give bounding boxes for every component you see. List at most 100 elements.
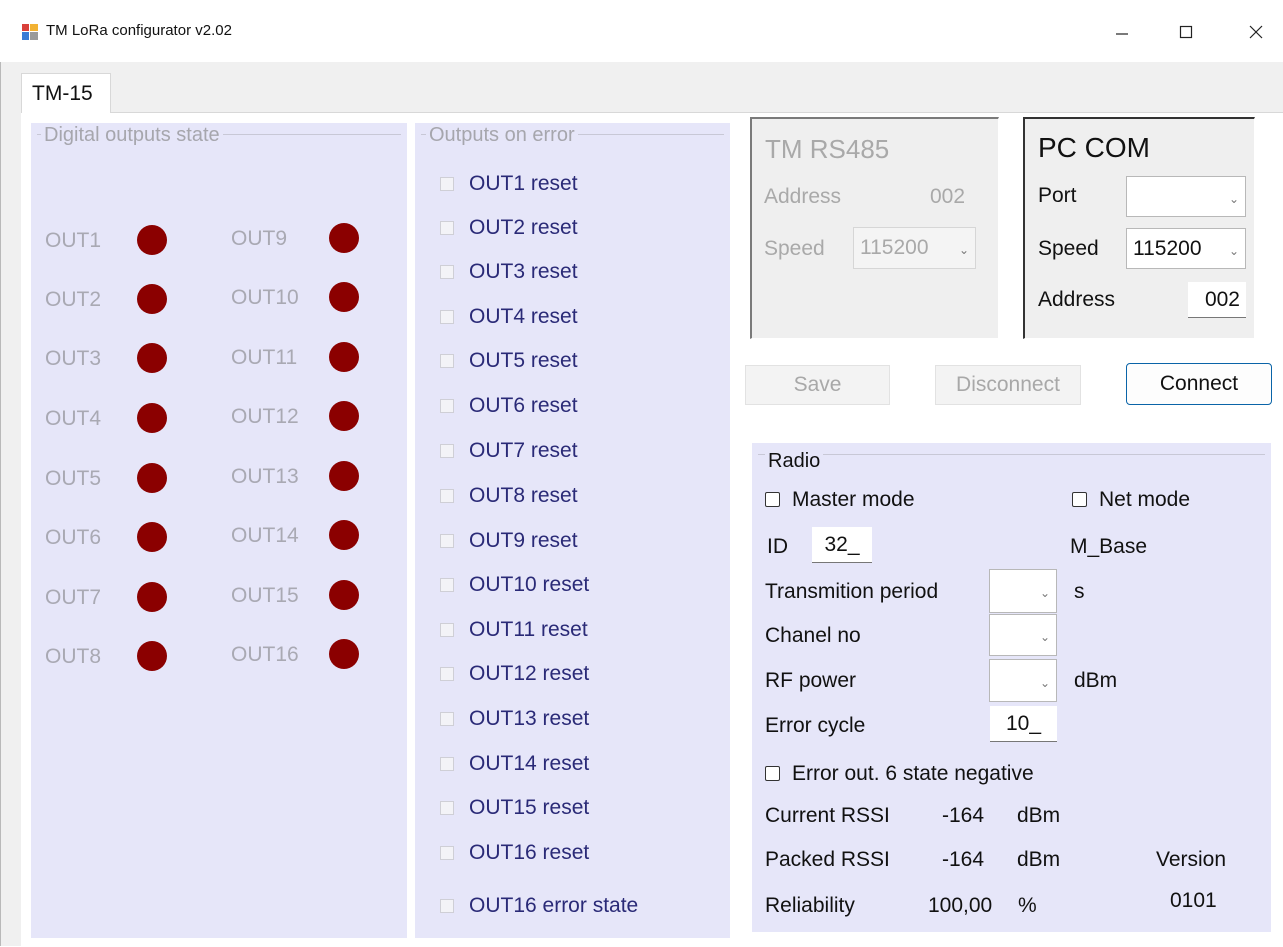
master-mode-checkbox[interactable]: Master mode bbox=[765, 488, 915, 512]
error-cycle-label: Error cycle bbox=[765, 714, 866, 737]
checkbox-box[interactable] bbox=[440, 177, 454, 191]
checkbox-box[interactable] bbox=[440, 444, 454, 458]
checkbox-label: OUT2 reset bbox=[469, 216, 578, 239]
rf-power-select[interactable]: ⌄ bbox=[989, 659, 1057, 702]
maximize-button[interactable] bbox=[1166, 14, 1206, 50]
checkbox-label: OUT12 reset bbox=[469, 662, 590, 685]
checkbox-box[interactable] bbox=[440, 534, 454, 548]
net-mode-checkbox[interactable]: Net mode bbox=[1072, 488, 1190, 512]
checkbox-box[interactable] bbox=[765, 492, 780, 507]
current-rssi-label: Current RSSI bbox=[765, 804, 890, 827]
checkbox-out16-reset[interactable]: OUT16 reset bbox=[440, 840, 589, 866]
output-label-out9: OUT9 bbox=[231, 227, 288, 250]
led-out2 bbox=[137, 284, 167, 314]
output-label-out5: OUT5 bbox=[45, 467, 102, 490]
minimize-button[interactable] bbox=[1102, 14, 1142, 50]
outputs-on-error-title: Outputs on error bbox=[426, 124, 578, 147]
checkbox-out13-reset[interactable]: OUT13 reset bbox=[440, 706, 589, 732]
checkbox-out1-reset[interactable]: OUT1 reset bbox=[440, 171, 578, 197]
chevron-down-icon: ⌄ bbox=[1039, 675, 1050, 690]
reliability-value: 100,00 bbox=[928, 894, 993, 917]
output-label-out8: OUT8 bbox=[45, 645, 102, 668]
pc-address-label: Address bbox=[1038, 288, 1116, 311]
chanel-no-select[interactable]: ⌄ bbox=[989, 614, 1057, 656]
output-label-out11: OUT11 bbox=[231, 346, 298, 369]
checkbox-box[interactable] bbox=[440, 265, 454, 279]
rf-power-unit: dBm bbox=[1074, 669, 1118, 692]
packed-rssi-unit: dBm bbox=[1017, 848, 1061, 871]
checkbox-box[interactable] bbox=[440, 846, 454, 860]
checkbox-out7-reset[interactable]: OUT7 reset bbox=[440, 438, 578, 464]
checkbox-box[interactable] bbox=[440, 399, 454, 413]
checkbox-box[interactable] bbox=[440, 354, 454, 368]
save-button[interactable]: Save bbox=[745, 365, 890, 405]
error-out-negative-checkbox[interactable]: Error out. 6 state negative bbox=[765, 762, 1034, 786]
maximize-icon bbox=[1179, 25, 1193, 39]
pc-address-input[interactable]: 002 bbox=[1188, 282, 1246, 318]
tm-address-label: Address bbox=[764, 185, 842, 208]
transmition-period-select[interactable]: ⌄ bbox=[989, 569, 1057, 613]
output-label-out3: OUT3 bbox=[45, 347, 102, 370]
transmition-period-label: Transmition period bbox=[765, 580, 939, 603]
checkbox-box[interactable] bbox=[440, 899, 454, 913]
checkbox-label: OUT14 reset bbox=[469, 752, 590, 775]
checkbox-label: OUT9 reset bbox=[469, 529, 578, 552]
reliability-label: Reliability bbox=[765, 894, 855, 917]
led-out13 bbox=[329, 461, 359, 491]
checkbox-label: OUT5 reset bbox=[469, 349, 578, 372]
pc-speed-select[interactable]: 115200 ⌄ bbox=[1126, 228, 1246, 269]
transmition-period-unit: s bbox=[1074, 580, 1085, 603]
connect-button[interactable]: Connect bbox=[1126, 363, 1272, 405]
version-value: 0101 bbox=[1170, 889, 1217, 912]
chanel-no-label: Chanel no bbox=[765, 624, 861, 647]
checkbox-out14-reset[interactable]: OUT14 reset bbox=[440, 751, 589, 777]
close-button[interactable] bbox=[1236, 14, 1276, 50]
checkbox-box[interactable] bbox=[440, 578, 454, 592]
checkbox-out9-reset[interactable]: OUT9 reset bbox=[440, 528, 578, 554]
checkbox-out16-error-state[interactable]: OUT16 error state bbox=[440, 893, 638, 919]
checkbox-out8-reset[interactable]: OUT8 reset bbox=[440, 483, 578, 509]
rf-power-label: RF power bbox=[765, 669, 857, 692]
checkbox-label: OUT6 reset bbox=[469, 394, 578, 417]
output-label-out10: OUT10 bbox=[231, 286, 299, 309]
checkbox-out11-reset[interactable]: OUT11 reset bbox=[440, 617, 588, 643]
checkbox-out5-reset[interactable]: OUT5 reset bbox=[440, 348, 578, 374]
checkbox-box[interactable] bbox=[440, 623, 454, 637]
packed-rssi-label: Packed RSSI bbox=[765, 848, 890, 871]
checkbox-box[interactable] bbox=[440, 801, 454, 815]
checkbox-label: OUT15 reset bbox=[469, 796, 590, 819]
checkbox-out6-reset[interactable]: OUT6 reset bbox=[440, 393, 578, 419]
chevron-down-icon: ⌄ bbox=[958, 243, 969, 257]
id-input[interactable]: 32_ bbox=[812, 527, 872, 563]
checkbox-out15-reset[interactable]: OUT15 reset bbox=[440, 795, 589, 821]
checkbox-out4-reset[interactable]: OUT4 reset bbox=[440, 304, 578, 330]
tm-speed-value: 115200 bbox=[860, 236, 929, 259]
checkbox-box[interactable] bbox=[1072, 492, 1087, 507]
app-icon bbox=[22, 24, 38, 40]
checkbox-out2-reset[interactable]: OUT2 reset bbox=[440, 215, 578, 241]
checkbox-box[interactable] bbox=[440, 310, 454, 324]
tab-tm-15[interactable]: TM-15 bbox=[21, 73, 111, 113]
tm-speed-select[interactable]: 115200 ⌄ bbox=[853, 227, 976, 269]
checkbox-box[interactable] bbox=[440, 712, 454, 726]
current-rssi-value: -164 bbox=[942, 804, 985, 827]
error-cycle-input[interactable]: 10_ bbox=[990, 706, 1057, 742]
checkbox-out12-reset[interactable]: OUT12 reset bbox=[440, 661, 589, 687]
pc-port-label: Port bbox=[1038, 184, 1077, 207]
checkbox-box[interactable] bbox=[440, 489, 454, 503]
base-name: M_Base bbox=[1070, 535, 1148, 558]
checkbox-box[interactable] bbox=[765, 766, 780, 781]
pc-port-select[interactable]: ⌄ bbox=[1126, 176, 1246, 217]
pc-com-title: PC COM bbox=[1038, 132, 1150, 163]
disconnect-button[interactable]: Disconnect bbox=[935, 365, 1081, 405]
checkbox-box[interactable] bbox=[440, 667, 454, 681]
checkbox-out3-reset[interactable]: OUT3 reset bbox=[440, 259, 578, 285]
output-label-out14: OUT14 bbox=[231, 524, 299, 547]
minimize-icon bbox=[1116, 33, 1128, 35]
checkbox-box[interactable] bbox=[440, 221, 454, 235]
checkbox-box[interactable] bbox=[440, 757, 454, 771]
output-label-out2: OUT2 bbox=[45, 288, 102, 311]
master-mode-label: Master mode bbox=[792, 488, 915, 511]
tm-speed-label: Speed bbox=[764, 237, 825, 260]
checkbox-out10-reset[interactable]: OUT10 reset bbox=[440, 572, 589, 598]
